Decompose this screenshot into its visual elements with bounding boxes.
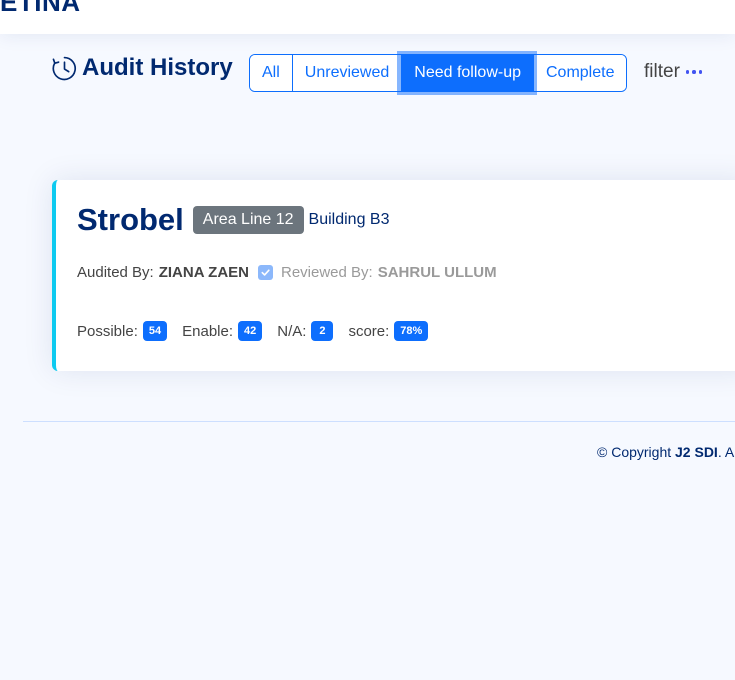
stat-badge: 78% [394, 321, 429, 341]
audit-card-title: Strobel [77, 202, 184, 237]
stat-possible: Possible: 54 [77, 321, 168, 341]
copyright-suffix: . A [717, 444, 735, 460]
footer-copyright: © Copyright J2 SDI. A [597, 444, 734, 460]
top-header: ETINA [0, 0, 735, 34]
stat-label: N/A: [277, 322, 307, 340]
filter-label: filter [644, 61, 680, 82]
stat-enable: Enable: 42 [182, 321, 263, 341]
copyright-prefix: © Copyright [597, 444, 672, 460]
building-label: Building B3 [308, 211, 390, 228]
area-badge: Area Line 12 [192, 206, 304, 234]
company-name: J2 SDI [675, 444, 718, 460]
stat-na: N/A: 2 [277, 321, 334, 341]
tab-complete[interactable]: Complete [533, 55, 627, 91]
tab-unreviewed[interactable]: Unreviewed [291, 55, 402, 91]
tab-all[interactable]: All [250, 55, 292, 91]
footer-divider [23, 421, 735, 422]
stat-score: score: 78% [348, 321, 429, 341]
auditor-name: ZIANA ZAEN [158, 264, 249, 281]
stat-badge: 54 [142, 321, 168, 341]
three-dots-icon[interactable] [685, 70, 703, 74]
audit-stats-row: Possible: 54 Enable: 42 N/A: 2 score: 78… [77, 321, 443, 341]
status-filter-tabs: All Unreviewed Need follow-up Complete [249, 54, 628, 92]
filter-menu[interactable]: filter [644, 60, 703, 84]
tab-need-follow-up[interactable]: Need follow-up [401, 55, 533, 91]
audit-card[interactable]: Strobel Area Line 12 Building B3 Audited… [52, 180, 735, 371]
reviewer-name: SAHRUL ULLUM [377, 264, 497, 281]
app-logo[interactable]: ETINA [0, 0, 81, 16]
clock-icon [52, 56, 77, 80]
audit-card-header: Strobel Area Line 12 Building B3 [77, 202, 389, 238]
audited-by-label: Audited By: [77, 264, 154, 281]
page-title: Audit History [52, 54, 233, 82]
stat-label: Possible: [77, 322, 138, 340]
stat-badge: 42 [238, 321, 263, 341]
reviewed-by-label: Reviewed By: [281, 264, 373, 281]
stat-label: Enable: [182, 322, 233, 340]
check-square-icon [258, 265, 273, 280]
page-title-text: Audit History [82, 54, 233, 81]
stat-label: score: [348, 322, 390, 340]
stat-badge: 2 [311, 321, 334, 341]
audit-people-row: Audited By: ZIANA ZAEN Reviewed By: SAHR… [77, 264, 497, 281]
